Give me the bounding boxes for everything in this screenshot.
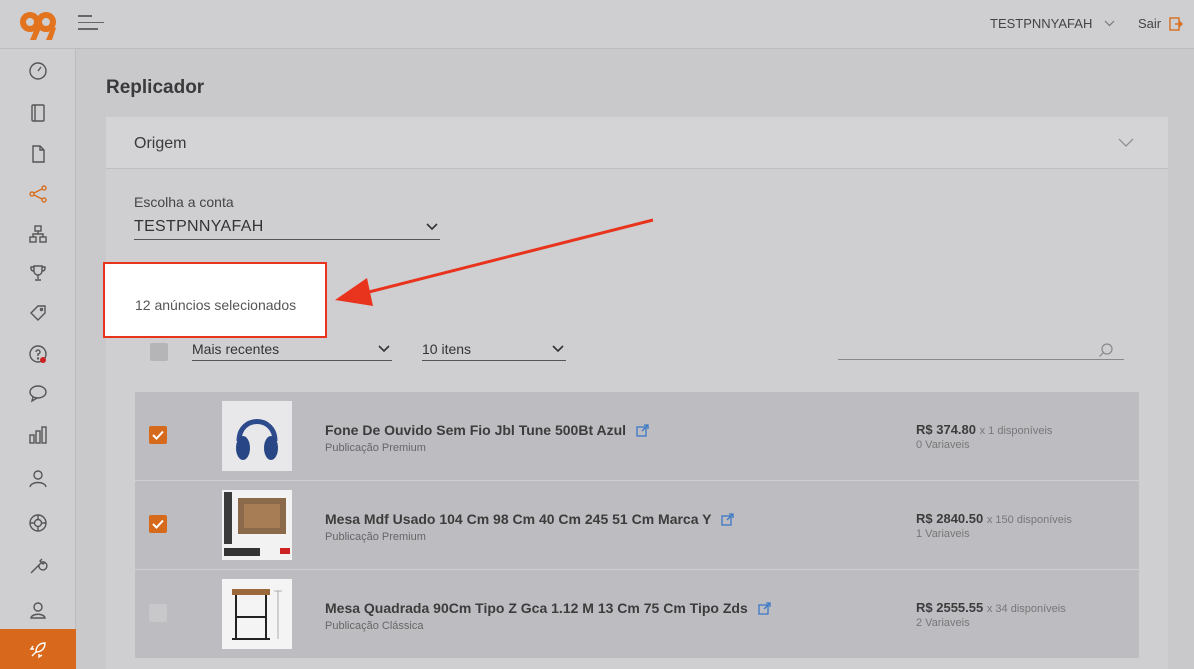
panel-header[interactable]: Origem [106,117,1168,169]
variations-count: 1 Variaveis [916,528,970,540]
price-value: R$ 2555.55 [916,600,984,615]
listing-type: Publicação Premium [325,531,426,543]
items-per-page-value: 10 itens [422,341,472,357]
product-thumbnail[interactable] [222,401,292,471]
chevron-down-icon [378,345,390,353]
rocket-icon [29,642,46,659]
panel-title: Origem [134,135,187,152]
sidebar-item-settings[interactable] [0,546,76,586]
sidebar-item-trophy[interactable] [0,253,76,293]
account-name: TESTPNNYAFAH [990,16,1093,31]
sidebar-item-reports[interactable] [0,415,76,455]
logout-label: Sair [1138,16,1162,31]
menu-toggle-icon[interactable] [78,15,106,35]
sidebar-item-notebook[interactable] [0,93,76,133]
listing-checkbox[interactable] [149,426,167,444]
variations-count: 0 Variaveis [916,439,970,451]
sidebar-item-tag[interactable] [0,293,76,333]
table-image [222,490,292,560]
logo-icon[interactable] [18,10,60,42]
lifebuoy-icon [29,514,47,532]
share-icon [29,185,47,203]
availability-text: x 150 disponíveis [986,514,1072,526]
listing-row[interactable]: Mesa Quadrada 90Cm Tipo Z Gca 1.12 M 13 … [135,570,1139,658]
price-value: R$ 2840.50 [916,511,984,526]
side-table-image [222,579,292,649]
availability-text: x 34 disponíveis [986,603,1066,615]
sidebar-item-share[interactable] [0,174,76,214]
search-icon[interactable] [1098,342,1114,358]
chevron-down-icon [1104,18,1115,30]
sidebar-item-users[interactable] [0,459,76,499]
account-label: Escolha a conta [134,194,234,210]
users-icon [29,470,47,488]
sidebar-item-launch[interactable] [0,629,76,669]
sidebar [0,49,76,669]
listing-price: R$ 2555.55 x 34 disponíveis [916,600,1066,615]
sidebar-item-dashboard[interactable] [0,51,76,91]
account-select-value: TESTPNNYAFAH [134,218,264,235]
bar-chart-icon [29,426,47,444]
notebook-icon [31,104,45,122]
sort-select-value: Mais recentes [192,341,280,357]
check-icon [152,430,164,440]
notification-dot [40,357,46,363]
listing-type: Publicação Clássica [325,620,424,632]
chat-icon [29,385,47,403]
logout-icon [1169,16,1184,31]
headphones-image [222,401,292,471]
product-thumbnail[interactable] [222,579,292,649]
selected-count-text: 12 anúncios selecionados [135,297,297,313]
user-icon [30,602,46,619]
listing-price: R$ 2840.50 x 150 disponíveis [916,511,1072,526]
search-input[interactable] [838,340,1088,356]
selected-count-highlight: 12 anúncios selecionados [103,262,327,338]
logout-button[interactable]: Sair [1138,16,1184,31]
listing-title-text: Fone De Ouvido Sem Fio Jbl Tune 500Bt Az… [325,422,627,438]
page-title: Replicador [106,77,205,98]
price-value: R$ 374.80 [916,422,976,437]
listing-checkbox[interactable] [149,604,167,622]
listing-title-text: Mesa Quadrada 90Cm Tipo Z Gca 1.12 M 13 … [325,600,748,616]
items-per-page-select[interactable]: 10 itens [422,341,566,361]
variations-count: 2 Variaveis [916,617,970,629]
file-icon [32,145,45,163]
listing-title: Fone De Ouvido Sem Fio Jbl Tune 500Bt Az… [325,422,649,438]
sidebar-item-chat[interactable] [0,373,76,413]
check-icon [152,519,164,529]
chevron-down-icon[interactable] [1118,135,1134,149]
hierarchy-icon [29,225,47,243]
search-field[interactable] [838,340,1124,360]
trophy-icon [30,265,46,281]
listing-title: Mesa Mdf Usado 104 Cm 98 Cm 40 Cm 245 51… [325,511,735,527]
sidebar-item-support[interactable] [0,503,76,543]
listing-checkbox[interactable] [149,515,167,533]
tag-icon [30,305,46,321]
listing-price: R$ 374.80 x 1 disponíveis [916,422,1052,437]
external-link-icon[interactable] [636,423,649,437]
sidebar-item-help[interactable] [0,334,76,374]
sidebar-item-hierarchy[interactable] [0,214,76,254]
listing-title-text: Mesa Mdf Usado 104 Cm 98 Cm 40 Cm 245 51… [325,511,712,527]
external-link-icon[interactable] [758,601,771,615]
annotation-arrow-icon [335,218,654,306]
sidebar-item-profile[interactable] [0,590,76,630]
sort-select[interactable]: Mais recentes [192,341,392,361]
listing-row[interactable]: Fone De Ouvido Sem Fio Jbl Tune 500Bt Az… [135,392,1139,480]
top-bar: TESTPNNYAFAH Sair [0,0,1194,49]
wrench-icon [30,558,48,574]
listing-row[interactable]: Mesa Mdf Usado 104 Cm 98 Cm 40 Cm 245 51… [135,481,1139,569]
sidebar-item-file[interactable] [0,134,76,174]
product-thumbnail[interactable] [222,490,292,560]
listing-title: Mesa Quadrada 90Cm Tipo Z Gca 1.12 M 13 … [325,600,771,616]
chevron-down-icon [552,345,564,353]
availability-text: x 1 disponíveis [979,425,1053,437]
select-all-checkbox[interactable] [150,343,168,361]
listing-type: Publicação Premium [325,442,426,454]
account-menu[interactable]: TESTPNNYAFAH [990,16,1115,31]
dashboard-icon [29,62,47,80]
external-link-icon[interactable] [721,512,735,526]
